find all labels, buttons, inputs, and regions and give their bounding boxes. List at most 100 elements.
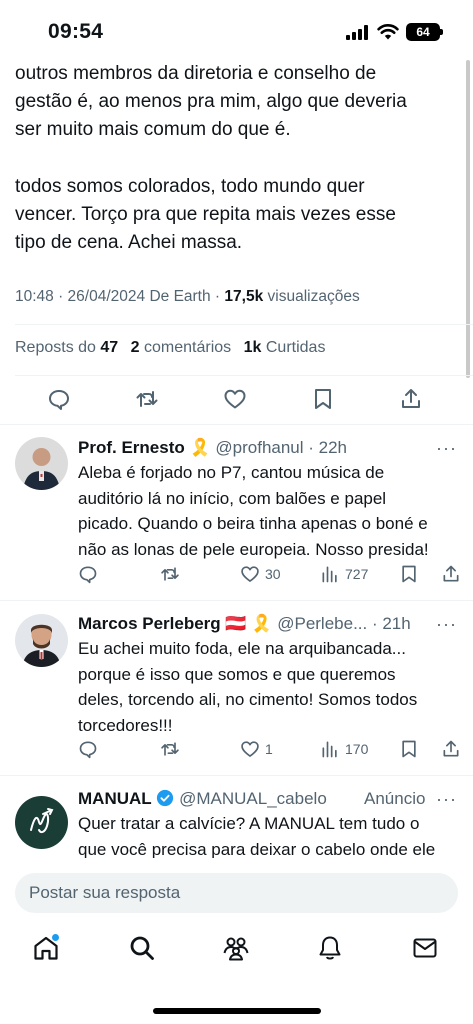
verified-badge-icon (157, 789, 174, 807)
repost-button[interactable] (160, 736, 180, 762)
reply-header: Marcos Perleberg 🇦🇹 🎗️ @Perlebe... · 21h (78, 614, 411, 634)
divider (15, 375, 473, 376)
share-button[interactable] (441, 736, 461, 762)
reply-line: não as lonas de pele europeia. Nosso pre… (78, 539, 429, 559)
bookmark-icon (315, 389, 331, 409)
ad-handle[interactable]: @MANUAL_cabelo (179, 789, 327, 808)
reply-handle-time[interactable]: @Perlebe... · 21h (277, 614, 411, 633)
ad-author-name[interactable]: MANUAL (78, 789, 152, 808)
home-indicator[interactable] (153, 1008, 321, 1014)
reply-icon (79, 741, 97, 759)
repost-button[interactable] (127, 379, 167, 419)
share-icon (443, 565, 459, 582)
like-icon (241, 566, 259, 582)
reply-action-bar: 1 170 (78, 736, 463, 762)
nav-messages[interactable] (411, 934, 441, 964)
avatar-photo-icon (15, 437, 68, 490)
like-count: 30 (265, 566, 281, 582)
repost-icon (136, 391, 158, 407)
tweet-action-bar (0, 379, 473, 419)
reply-action-bar: 30 727 (78, 561, 463, 587)
reply-button[interactable] (78, 561, 98, 587)
like-icon (224, 389, 246, 409)
reply-handle-time[interactable]: @profhanul · 22h (215, 438, 347, 457)
share-icon (402, 389, 420, 408)
ad-label: Anúncio (364, 789, 426, 808)
like-icon (241, 741, 259, 757)
reply-author-name[interactable]: Marcos Perleberg (78, 614, 221, 633)
share-button[interactable] (391, 379, 431, 419)
avatar[interactable] (15, 614, 68, 667)
status-time: 09:54 (48, 20, 104, 43)
tweet-line: vencer. Torço pra que repita mais vezes … (15, 204, 396, 225)
cellular-signal-icon (346, 25, 370, 40)
reply-button[interactable] (78, 736, 98, 762)
views-count: 17,5k (224, 288, 264, 305)
views-label: visualizações (267, 288, 360, 305)
repost-button[interactable] (160, 561, 180, 587)
tweet-line: todos somos colorados, todo mundo quer (15, 176, 365, 197)
like-button[interactable]: 30 (240, 561, 281, 587)
tweet-line: ser muito mais comum do que é. (15, 119, 291, 140)
flag-ribbon-badge-icon: 🇦🇹 🎗️ (225, 614, 273, 633)
avatar[interactable] (15, 437, 68, 490)
views-button[interactable]: 727 (320, 561, 368, 587)
reply-line: Eu achei muito foda, ele na arquibancada… (78, 639, 406, 658)
ad-avatar[interactable] (15, 796, 68, 849)
more-options-button[interactable]: ··· (436, 614, 457, 635)
reply-input-placeholder: Postar sua resposta (29, 883, 181, 902)
reposts-link[interactable]: Reposts do 47 (15, 339, 118, 356)
share-icon (443, 740, 459, 757)
bottom-nav (0, 926, 473, 986)
ad-text: Quer tratar a calvície? A MANUAL tem tud… (78, 811, 461, 862)
nav-search[interactable] (128, 934, 158, 964)
nav-notifications[interactable] (316, 934, 346, 964)
share-button[interactable] (441, 561, 461, 587)
reposts-label: Reposts do (15, 339, 96, 356)
views-chart-icon (322, 566, 337, 583)
bookmark-icon (402, 740, 416, 758)
divider (0, 424, 473, 425)
nav-communities[interactable] (222, 934, 252, 964)
reply-line: torcedores!!! (78, 715, 173, 735)
wifi-icon (377, 24, 399, 40)
bookmark-button[interactable] (399, 561, 419, 587)
likes-label: Curtidas (265, 339, 326, 356)
likes-link[interactable]: 1k Curtidas (244, 339, 326, 356)
tweet-line: tipo de cena. Achei massa. (15, 232, 243, 253)
reply-input[interactable]: Postar sua resposta (15, 873, 458, 913)
bookmark-button[interactable] (399, 736, 419, 762)
more-options-button[interactable]: ··· (436, 438, 457, 459)
reply-button[interactable] (39, 379, 79, 419)
tweet-text-paragraph-1: outros membros da diretoria e conselho d… (15, 60, 455, 144)
views-count: 170 (345, 741, 369, 757)
ribbon-badge-icon: 🎗️ (189, 438, 211, 457)
like-button[interactable]: 1 (240, 736, 273, 762)
bookmark-button[interactable] (303, 379, 343, 419)
notification-dot (52, 934, 59, 941)
reply-text: Eu achei muito foda, ele na arquibancada… (78, 636, 461, 738)
engagement-stats: Reposts do 47 2 comentários 1k Curtidas (15, 339, 325, 357)
comments-link[interactable]: 2 comentários (131, 339, 232, 356)
reply-author-name[interactable]: Prof. Ernesto (78, 438, 185, 457)
tweet-timestamp[interactable]: 10:48 · 26/04/2024 De Earth · (15, 288, 220, 305)
status-bar: 09:54 64 (0, 0, 473, 60)
views-count: 727 (345, 566, 369, 582)
reply-line: porque é isso que somos e que queremos (78, 664, 396, 684)
reposts-count: 47 (100, 339, 119, 356)
more-options-button[interactable]: ··· (436, 789, 457, 810)
likes-count: 1k (243, 339, 262, 356)
ad-label-wrap: Anúncio (364, 789, 425, 809)
manual-logo-icon (30, 808, 54, 834)
ad-header: MANUAL @MANUAL_cabelo (78, 789, 327, 809)
comments-label: comentários (144, 339, 232, 356)
views-button[interactable]: 170 (320, 736, 368, 762)
reply-line: auditório lá no início, com balões e pap… (78, 488, 387, 508)
reply-icon (49, 390, 69, 410)
divider (0, 775, 473, 776)
communities-icon (223, 937, 249, 961)
scrollbar[interactable] (466, 60, 470, 378)
like-button[interactable] (215, 379, 255, 419)
tweet-text-paragraph-2: todos somos colorados, todo mundo quer v… (15, 173, 455, 257)
divider (15, 324, 473, 325)
